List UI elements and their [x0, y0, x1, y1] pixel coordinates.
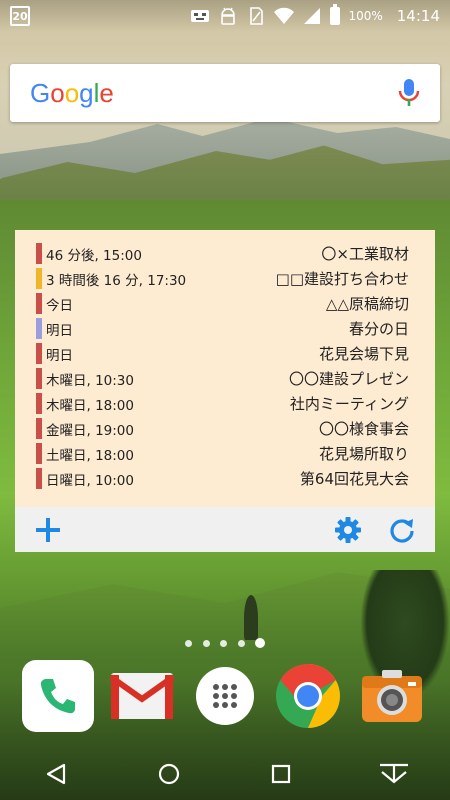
widget-toolbar [15, 507, 435, 552]
event-time: 土曜日, 18:00 [46, 447, 134, 464]
event-row[interactable]: 3 時間後 16 分, 17:30 □□建設打ち合わせ [15, 266, 435, 291]
event-title: 春分の日 [348, 320, 409, 338]
event-row[interactable]: 今日 △△原稿締切 [15, 291, 435, 316]
event-color-bar [36, 418, 42, 439]
settings-icon [335, 516, 361, 543]
app-drawer[interactable] [196, 667, 254, 725]
event-color-bar [36, 268, 42, 289]
back-button[interactable] [36, 754, 76, 794]
add-icon [36, 517, 60, 542]
app-drawer-icon [213, 684, 237, 708]
sim-icon [250, 7, 264, 25]
google-logo: Google [30, 78, 114, 109]
widget-refresh-button[interactable] [387, 515, 417, 545]
widget-settings-button[interactable] [333, 515, 363, 545]
event-row[interactable]: 土曜日, 18:00 花見場所取り [15, 441, 435, 466]
google-logo-letter: o [64, 77, 80, 108]
event-time: 明日 [46, 347, 73, 364]
event-time: 金曜日, 19:00 [46, 422, 134, 439]
page-dot-active [255, 638, 265, 648]
recents-icon [272, 764, 291, 784]
event-color-bar [36, 468, 42, 489]
event-title: 社内ミーティング [289, 395, 409, 413]
event-title: □□建設打ち合わせ [275, 270, 409, 288]
event-title: 花見会場下見 [318, 345, 409, 363]
wallpaper-cypress [244, 595, 258, 640]
event-list: 46 分後, 15:00 〇×工業取材 3 時間後 16 分, 17:30 □□建設打… [15, 230, 435, 491]
home-button[interactable] [149, 754, 189, 794]
android-icon [221, 7, 236, 25]
camera-app[interactable] [356, 660, 428, 732]
event-color-bar [36, 393, 42, 414]
event-title: 花見場所取り [318, 445, 409, 463]
chrome-icon [276, 664, 340, 728]
gmail-icon [109, 673, 175, 719]
event-time: 3 時間後 16 分, 17:30 [46, 272, 187, 289]
event-row[interactable]: 金曜日, 19:00 〇〇様食事会 [15, 416, 435, 441]
chrome-app[interactable] [272, 660, 344, 732]
event-time: 木曜日, 10:30 [46, 372, 134, 389]
google-logo-letter: G [30, 77, 51, 108]
google-logo-letter: o [50, 77, 65, 108]
notification-pull-button[interactable] [374, 754, 414, 794]
event-color-bar [36, 343, 42, 364]
refresh-icon [390, 518, 414, 543]
event-color-bar [36, 293, 42, 314]
page-dot [237, 639, 245, 647]
event-row[interactable]: 46 分後, 15:00 〇×工業取材 [15, 241, 435, 266]
event-title: 〇×工業取材 [321, 245, 409, 263]
phone-icon [40, 679, 75, 714]
google-search-bar[interactable]: Google [10, 64, 440, 122]
event-row[interactable]: 明日 花見会場下見 [15, 341, 435, 366]
event-time: 46 分後, 15:00 [46, 247, 142, 264]
home-icon [158, 763, 179, 785]
add-event-button[interactable] [33, 515, 63, 545]
status-clock: 14:14 [396, 7, 440, 25]
google-logo-letter: g [79, 77, 94, 108]
page-indicator [185, 637, 265, 649]
battery-icon [330, 4, 341, 25]
event-time: 日曜日, 10:00 [46, 472, 134, 489]
page-dot [220, 639, 227, 647]
event-time: 今日 [46, 297, 73, 314]
camera-icon [362, 670, 422, 722]
back-icon [47, 763, 66, 785]
status-bar[interactable]: 20 100% 14:14 [0, 0, 450, 32]
calendar-icon: 20 [10, 6, 30, 26]
wifi-icon [274, 7, 295, 24]
phone-app[interactable] [22, 660, 94, 732]
google-logo-letter: e [99, 77, 114, 108]
page-dot [202, 639, 210, 647]
event-row[interactable]: 木曜日, 18:00 社内ミーティング [15, 391, 435, 416]
status-left: 20 [10, 6, 30, 26]
event-title: △△原稿締切 [325, 295, 409, 313]
battery-percent: 100% [348, 9, 383, 23]
notification-icon [191, 10, 210, 22]
event-title: 第64回花見大会 [299, 470, 409, 488]
navigation-bar [0, 748, 450, 800]
event-color-bar [36, 443, 42, 464]
status-right: 100% 14:14 [190, 4, 440, 25]
calendar-widget[interactable]: 46 分後, 15:00 〇×工業取材 3 時間後 16 分, 17:30 □□建設打… [15, 230, 435, 552]
event-row[interactable]: 明日 春分の日 [15, 316, 435, 341]
mic-icon[interactable] [398, 78, 420, 108]
event-row[interactable]: 日曜日, 10:00 第64回花見大会 [15, 466, 435, 491]
event-title: 〇〇様食事会 [318, 420, 409, 438]
event-title: 〇〇建設プレゼン [288, 370, 409, 388]
signal-icon [304, 8, 321, 24]
page-dot [185, 639, 192, 647]
event-time: 明日 [46, 322, 73, 339]
event-color-bar [36, 368, 42, 389]
event-color-bar [36, 243, 42, 264]
recents-button[interactable] [261, 754, 301, 794]
pull-down-icon [379, 763, 408, 784]
gmail-app[interactable] [106, 660, 178, 732]
calendar-day: 20 [12, 9, 28, 23]
event-time: 木曜日, 18:00 [46, 397, 134, 414]
event-color-bar [36, 318, 42, 339]
event-row[interactable]: 木曜日, 10:30 〇〇建設プレゼン [15, 366, 435, 391]
